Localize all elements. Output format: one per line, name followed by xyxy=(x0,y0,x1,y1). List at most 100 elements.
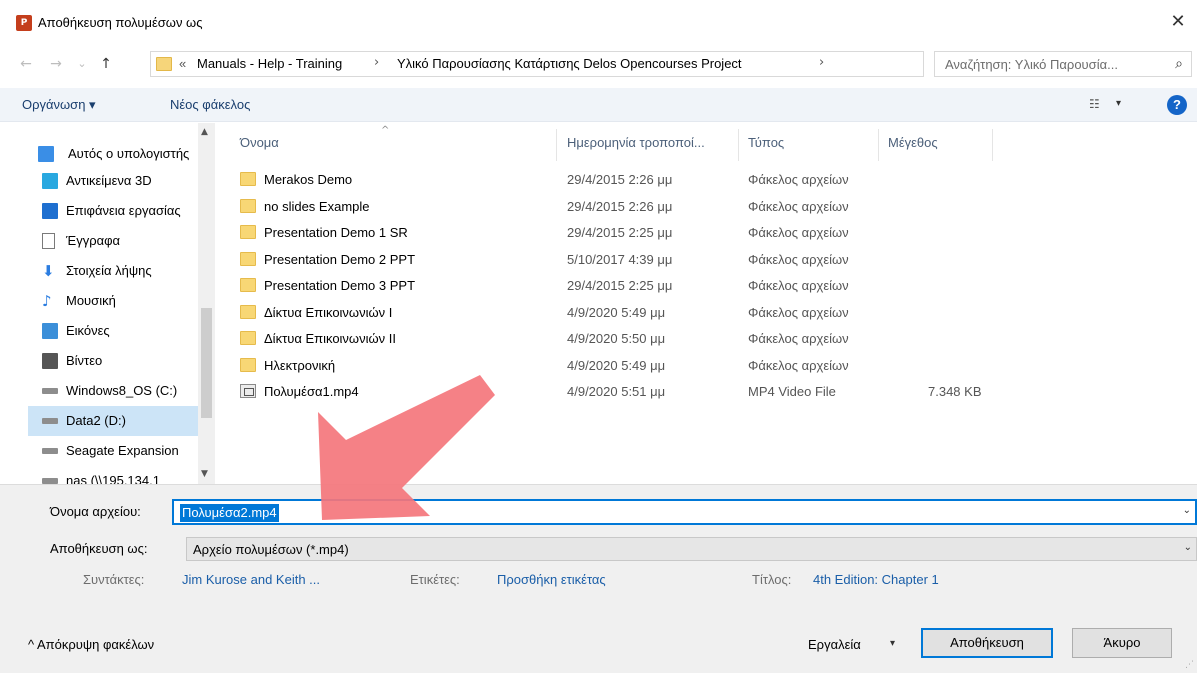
forward-arrow-icon[interactable]: → xyxy=(46,53,66,75)
overflow-chevrons-icon[interactable]: « xyxy=(179,56,186,71)
search-icon[interactable]: ⌕ xyxy=(1175,56,1183,72)
sidebar-item-label: Επιφάνεια εργασίας xyxy=(66,203,181,218)
column-divider[interactable] xyxy=(738,129,739,161)
save-as-dialog: P Αποθήκευση πολυμέσων ως ✕ ← → ⌄ ↑ « Ma… xyxy=(0,0,1197,673)
file-row[interactable]: Presentation Demo 2 PPT 5/10/2017 4:39 μμ… xyxy=(216,247,1197,273)
file-name: Δίκτυα Επικοινωνιών ΙΙ xyxy=(264,331,396,346)
savetype-select[interactable]: Αρχείο πολυμέσων (*.mp4) ⌄ xyxy=(186,537,1197,561)
recent-locations-chevron-icon[interactable]: ⌄ xyxy=(72,53,92,75)
sidebar-item-label: Μουσική xyxy=(66,293,116,308)
up-arrow-icon[interactable]: ↑ xyxy=(96,53,116,75)
sidebar-item-label: Εικόνες xyxy=(66,323,110,338)
file-row[interactable]: Presentation Demo 1 SR 29/4/2015 2:25 μμ Φ… xyxy=(216,220,1197,246)
file-type: Φάκελος αρχείων xyxy=(748,278,849,293)
file-row[interactable]: Πολυμέσα1.mp4 4/9/2020 5:51 μμ MP4 Video F… xyxy=(216,379,1197,405)
sidebar-item-label: Data2 (D:) xyxy=(66,413,126,428)
back-arrow-icon[interactable]: ← xyxy=(16,53,36,75)
tools-menu-button[interactable]: Εργαλεία xyxy=(808,637,861,652)
breadcrumb-separator-icon[interactable]: › xyxy=(819,55,824,70)
file-row[interactable]: Merakos Demo 29/4/2015 2:26 μμ Φάκελος αρχ… xyxy=(216,167,1197,193)
sidebar-item[interactable]: ⬇ Στοιχεία λήψης xyxy=(28,256,203,286)
sidebar-item[interactable]: Αντικείμενα 3D xyxy=(28,166,203,196)
sidebar-item-label: Windows8_OS (C:) xyxy=(66,383,178,398)
resize-grip-icon[interactable]: ⋰ xyxy=(1185,660,1194,670)
tools-dropdown-icon[interactable]: ▾ xyxy=(890,638,895,649)
sidebar-item-label: nas (\\195.134.1 xyxy=(66,473,160,484)
powerpoint-app-icon: P xyxy=(16,15,32,31)
breadcrumb-manuals[interactable]: Manuals - Help - Training xyxy=(197,56,342,71)
sidebar-item[interactable]: Βίντεο xyxy=(28,346,203,376)
sidebar-item[interactable]: Seagate Expansion xyxy=(28,436,203,466)
file-row[interactable]: Δίκτυα Επικοινωνιών ΙΙ 4/9/2020 5:50 μμ Φά… xyxy=(216,326,1197,352)
file-name: Presentation Demo 2 PPT xyxy=(264,251,416,267)
breadcrumb-separator-icon[interactable]: › xyxy=(374,55,379,70)
close-icon[interactable]: ✕ xyxy=(1167,10,1189,34)
cancel-button[interactable]: Άκυρο xyxy=(1072,628,1172,658)
file-name: no slides Example xyxy=(264,198,370,214)
sidebar-item[interactable]: ♪ Μουσική xyxy=(28,286,203,316)
filename-label: Όνομα αρχείου: xyxy=(50,504,141,519)
sidebar-item[interactable]: Επιφάνεια εργασίας xyxy=(28,196,203,226)
tags-field[interactable]: Προσθήκη ετικέτας xyxy=(497,572,606,587)
title-label: Τίτλος: xyxy=(752,572,792,587)
file-row[interactable]: Presentation Demo 3 PPT 29/4/2015 2:25 μμ… xyxy=(216,273,1197,299)
new-folder-button[interactable]: Νέος φάκελος xyxy=(170,97,250,112)
sidebar-item[interactable]: Data2 (D:) xyxy=(28,406,203,436)
column-header-size[interactable]: Μέγεθος xyxy=(888,135,938,150)
sidebar-item[interactable]: nas (\\195.134.1 xyxy=(28,466,203,484)
filename-input[interactable]: Πολυμέσα2.mp4 ⌄ xyxy=(172,499,1197,525)
save-button[interactable]: Αποθήκευση xyxy=(921,628,1053,658)
file-row[interactable]: no slides Example 29/4/2015 2:26 μμ Φάκελο… xyxy=(216,194,1197,220)
navigation-scrollbar[interactable]: ▲ ▼ xyxy=(198,123,215,484)
breadcrumb-current-folder[interactable]: Υλικό Παρουσίασης Κατάρτισης Delos Openc… xyxy=(397,56,742,71)
title-bar: P Αποθήκευση πολυμέσων ως ✕ xyxy=(0,6,1197,38)
organize-menu-button[interactable]: Οργάνωση ▾ xyxy=(22,97,96,113)
download-icon: ⬇ xyxy=(42,262,55,280)
file-date: 29/4/2015 2:26 μμ xyxy=(567,172,673,187)
file-type: Φάκελος αρχείων xyxy=(748,304,849,320)
navigation-pane: Αυτός ο υπολογιστής Αντικείμενα 3D Επιφάνε… xyxy=(0,123,215,484)
folder-icon xyxy=(240,198,256,213)
authors-field[interactable]: Jim Kurose and Keith ... xyxy=(182,572,320,587)
column-header-name[interactable]: Όνομα xyxy=(240,135,279,150)
address-bar[interactable]: « Manuals - Help - Training › Υλικό Παρο… xyxy=(150,51,1063,77)
column-header-type[interactable]: Τύπος xyxy=(748,135,784,150)
sidebar-item[interactable]: Windows8_OS (C:) xyxy=(28,376,203,406)
pictures-icon xyxy=(42,323,58,339)
search-input[interactable]: Αναζήτηση: Υλικό Παρουσία... ⌕ xyxy=(934,51,1192,77)
sidebar-item[interactable]: Εικόνες xyxy=(28,316,203,346)
title-field[interactable]: 4th Edition: Chapter 1 xyxy=(813,572,939,587)
sort-ascending-icon: ^ xyxy=(381,125,390,136)
savetype-value: Αρχείο πολυμέσων (*.mp4) xyxy=(193,542,349,557)
column-header-date[interactable]: Ημερομηνία τροποποί... xyxy=(567,135,705,150)
column-divider[interactable] xyxy=(556,129,557,161)
scrollbar-thumb[interactable] xyxy=(201,308,212,418)
sidebar-item-label: Seagate Expansion xyxy=(66,443,179,458)
savetype-dropdown-icon[interactable]: ⌄ xyxy=(1184,542,1192,553)
file-size: 7.348 KB xyxy=(928,384,982,399)
folder-icon xyxy=(240,225,256,239)
scroll-down-icon[interactable]: ▼ xyxy=(201,469,208,479)
column-divider[interactable] xyxy=(992,129,993,161)
authors-label: Συντάκτες: xyxy=(83,572,145,587)
scroll-up-icon[interactable]: ▲ xyxy=(201,127,208,137)
column-divider[interactable] xyxy=(878,129,879,161)
view-options-dropdown-icon[interactable]: ▾ xyxy=(1116,98,1121,109)
filename-dropdown-icon[interactable]: ⌄ xyxy=(1183,505,1191,516)
help-icon[interactable]: ? xyxy=(1167,95,1187,115)
filename-value[interactable]: Πολυμέσα2.mp4 xyxy=(180,504,279,522)
sidebar-item[interactable]: Αυτός ο υπολογιστής xyxy=(28,139,203,169)
file-row[interactable]: Δίκτυα Επικοινωνιών Ι 4/9/2020 5:49 μμ Φάκ… xyxy=(216,300,1197,326)
file-type: Φάκελος αρχείων xyxy=(748,357,849,373)
file-date: 4/9/2020 5:50 μμ xyxy=(567,331,666,346)
drive-icon xyxy=(42,448,58,454)
sidebar-item-label: Βίντεο xyxy=(66,353,103,368)
sidebar-item-label: Αντικείμενα 3D xyxy=(66,173,152,188)
hide-folders-button[interactable]: ^ Απόκρυψη φακέλων xyxy=(28,637,154,652)
sidebar-item[interactable]: Έγγραφα xyxy=(28,226,203,256)
drive-windows-icon xyxy=(42,388,58,394)
tags-label: Ετικέτες: xyxy=(410,572,460,587)
view-options-icon[interactable]: ☷ xyxy=(1089,97,1100,111)
file-row[interactable]: Ηλεκτρονική 4/9/2020 5:49 μμ Φάκελος αρχεί… xyxy=(216,353,1197,379)
file-type: Φάκελος αρχείων xyxy=(748,251,849,267)
